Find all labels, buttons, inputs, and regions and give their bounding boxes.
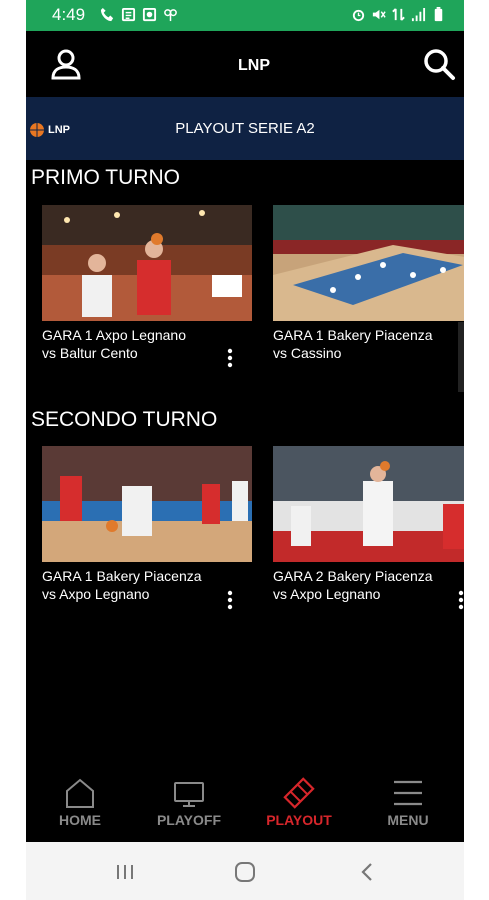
video-title-line1: GARA 1 Bakery Piacenza (273, 327, 433, 343)
video-title-line2: vs Baltur Cento (42, 345, 138, 361)
menu-icon (394, 780, 422, 806)
video-thumbnail[interactable] (273, 446, 464, 562)
section-title-secondo-turno: SECONDO TURNO (31, 408, 218, 431)
more-options-icon[interactable] (458, 590, 464, 610)
video-card[interactable]: GARA 1 Axpo Legnano vs Baltur Cento (42, 205, 252, 362)
video-title-line1: GARA 2 Bakery Piacenza (273, 568, 433, 584)
home-circle-icon[interactable] (233, 860, 257, 884)
search-icon[interactable] (422, 47, 456, 81)
app-header: LNP (26, 31, 464, 97)
signal-icon (411, 7, 426, 22)
nav-label: HOME (59, 812, 101, 828)
video-title-line1: GARA 1 Bakery Piacenza (42, 568, 202, 584)
mute-icon (372, 9, 386, 20)
message-icon (121, 7, 136, 22)
status-bar: 4:49 (26, 0, 464, 31)
video-thumbnail[interactable] (42, 205, 252, 321)
svg-text:LNP: LNP (238, 57, 270, 73)
home-icon (66, 778, 94, 808)
app-screen: 4:49 LNP LNP PLAYOUT SERIE A2 PRIMO TURN… (26, 0, 464, 900)
ticket-icon (283, 777, 315, 809)
more-options-icon[interactable] (227, 348, 233, 368)
clover-icon (164, 9, 177, 22)
banner-title: PLAYOUT SERIE A2 (175, 120, 315, 137)
data-icon (392, 8, 405, 21)
video-title-line2: vs Cassino (273, 345, 342, 361)
video-card[interactable]: GARA 1 Bakery Piacenza vs Axpo Legnano (42, 446, 252, 603)
nav-item-playout[interactable]: PLAYOUT (249, 771, 349, 842)
nav-item-playoff[interactable]: PLAYOFF (139, 771, 239, 842)
video-title-line1: GARA 1 Axpo Legnano (42, 327, 186, 343)
phone-icon (100, 7, 114, 22)
recents-icon[interactable] (113, 860, 137, 884)
section-title-primo-turno: PRIMO TURNO (31, 166, 180, 189)
nav-label: MENU (387, 812, 429, 828)
alarm-icon (352, 9, 365, 22)
status-time: 4:49 (52, 5, 86, 24)
bottom-nav: HOME PLAYOFF PLAYOUT MENU (26, 771, 464, 842)
back-icon[interactable] (356, 860, 380, 884)
scroll-edge (458, 322, 464, 392)
video-thumbnail[interactable] (42, 446, 252, 562)
video-card[interactable]: GARA 1 Bakery Piacenza vs Cassino (273, 205, 464, 362)
nav-label: PLAYOFF (156, 812, 222, 828)
user-icon[interactable] (50, 48, 82, 80)
video-title-line2: vs Axpo Legnano (42, 586, 150, 602)
video-card[interactable]: GARA 2 Bakery Piacenza vs Axpo Legnano (273, 446, 464, 603)
system-nav-bar (26, 842, 464, 900)
lnp-logo: LNP (238, 57, 270, 73)
photo-icon (142, 7, 157, 22)
battery-icon (434, 7, 443, 22)
nav-item-menu[interactable]: MENU (358, 771, 458, 842)
video-title-line2: vs Axpo Legnano (273, 586, 381, 602)
tv-icon (174, 782, 204, 807)
video-thumbnail[interactable] (273, 205, 464, 321)
playout-banner: LNP PLAYOUT SERIE A2 (26, 97, 464, 160)
nav-item-home[interactable]: HOME (30, 771, 130, 842)
more-options-icon[interactable] (227, 590, 233, 610)
nav-label: PLAYOUT (266, 812, 332, 828)
